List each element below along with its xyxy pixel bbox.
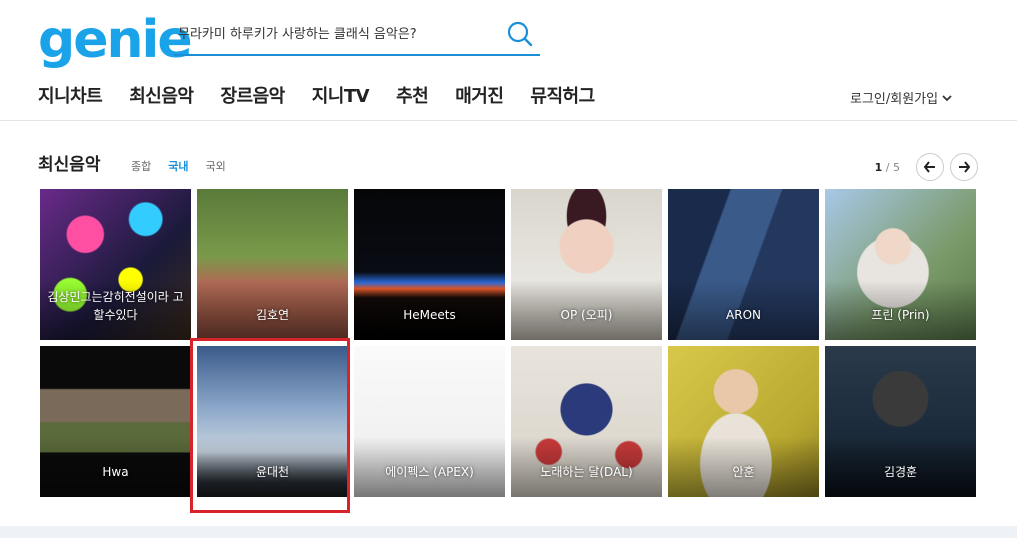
album-card[interactable]: 김호연 bbox=[197, 189, 348, 340]
album-artist: 김상민그는감히전설이라 고할수있다 bbox=[47, 290, 184, 322]
nav-chart[interactable]: 지니차트 bbox=[38, 82, 103, 108]
album-artist: HeMeets bbox=[403, 308, 456, 322]
pager: 1 / 5 bbox=[875, 153, 978, 181]
album-artist: 김호연 bbox=[255, 308, 290, 322]
section-tabs: 종합 국내 국외 bbox=[131, 158, 243, 174]
tab-foreign[interactable]: 국외 bbox=[206, 158, 226, 174]
nav-new-music[interactable]: 최신음악 bbox=[129, 82, 194, 108]
login-label: 로그인/회원가입 bbox=[850, 92, 939, 107]
search-bar bbox=[174, 16, 540, 56]
album-artist: Hwa bbox=[102, 465, 129, 479]
header: genie 지니차트 최신음악 장르음악 지니TV 추천 매거진 뮤직허그 로그… bbox=[0, 0, 1017, 121]
search-input[interactable] bbox=[176, 24, 500, 41]
album-card[interactable]: HeMeets bbox=[354, 189, 505, 340]
login-link[interactable]: 로그인/회원가입 bbox=[850, 88, 953, 107]
page-total: 5 bbox=[893, 160, 900, 174]
album-card[interactable]: 윤대천 bbox=[197, 346, 348, 497]
chevron-down-icon bbox=[942, 94, 952, 101]
nav-magazine[interactable]: 매거진 bbox=[455, 82, 504, 108]
tab-all[interactable]: 종합 bbox=[131, 158, 151, 174]
album-card[interactable]: 노래하는 달(DAL) bbox=[511, 346, 662, 497]
arrow-right-icon bbox=[959, 161, 971, 173]
album-card[interactable]: ARON bbox=[668, 189, 819, 340]
next-page-button[interactable] bbox=[950, 153, 978, 181]
nav-music-hug[interactable]: 뮤직허그 bbox=[530, 82, 595, 108]
album-card[interactable]: 에이펙스 (APEX) bbox=[354, 346, 505, 497]
tab-domestic[interactable]: 국내 bbox=[168, 158, 188, 174]
album-card[interactable]: 김경훈 bbox=[825, 346, 976, 497]
album-artist: 안훈 bbox=[732, 465, 755, 479]
album-artist: 에이펙스 (APEX) bbox=[385, 465, 474, 479]
album-artist: ARON bbox=[726, 308, 761, 322]
footer-band bbox=[0, 526, 1017, 538]
album-artist: 김경훈 bbox=[883, 465, 918, 479]
nav-recommend[interactable]: 추천 bbox=[396, 82, 429, 108]
arrow-left-icon bbox=[923, 161, 935, 173]
section-title: 최신음악 bbox=[38, 155, 101, 175]
album-card[interactable]: 프린 (Prin) bbox=[825, 189, 976, 340]
album-card[interactable]: 김상민그는감히전설이라 고할수있다 bbox=[40, 189, 191, 340]
album-artist: OP (오피) bbox=[560, 308, 613, 322]
album-card[interactable]: Hwa bbox=[40, 346, 191, 497]
page-current: 1 bbox=[874, 160, 883, 174]
search-icon[interactable] bbox=[506, 20, 534, 48]
main-nav: 지니차트 최신음악 장르음악 지니TV 추천 매거진 뮤직허그 bbox=[38, 82, 622, 108]
page-indicator: 1 / 5 bbox=[875, 161, 900, 174]
album-artist: 노래하는 달(DAL) bbox=[540, 465, 633, 479]
album-card[interactable]: 안훈 bbox=[668, 346, 819, 497]
album-artist: 프린 (Prin) bbox=[871, 308, 930, 322]
album-artist: 윤대천 bbox=[255, 465, 290, 479]
page-separator: / bbox=[885, 160, 890, 174]
nav-genre[interactable]: 장르음악 bbox=[221, 82, 286, 108]
nav-genie-tv[interactable]: 지니TV bbox=[312, 82, 370, 108]
prev-page-button[interactable] bbox=[916, 153, 944, 181]
album-card[interactable]: OP (오피) bbox=[511, 189, 662, 340]
genie-logo[interactable]: genie bbox=[38, 10, 193, 70]
